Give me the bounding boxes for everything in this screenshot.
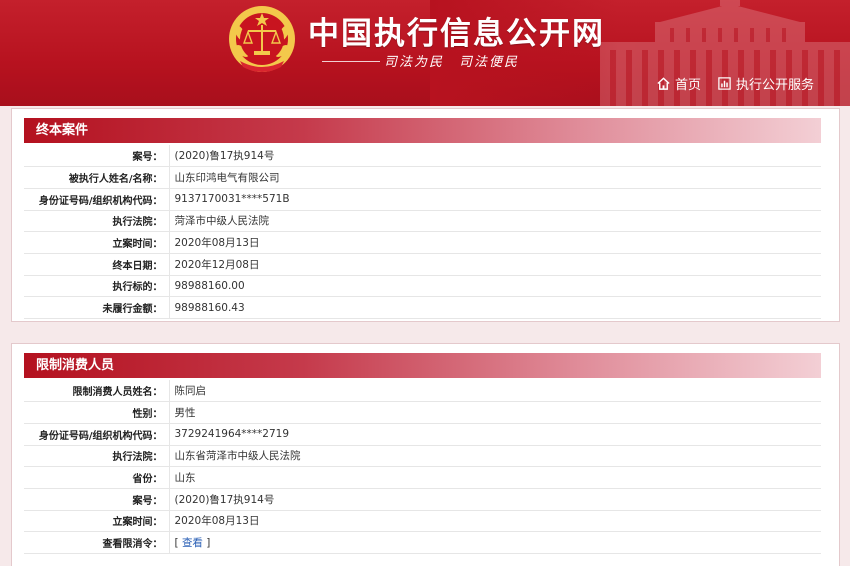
- table-row: 省份： 山东: [24, 466, 821, 489]
- filing-date-label: 立案时间：: [24, 231, 170, 254]
- table-row: 执行标的： 98988160.00: [24, 275, 821, 298]
- site-title: 中国执行信息公开网: [308, 16, 605, 52]
- executing-court-label: 执行法院：: [24, 210, 170, 233]
- table-row: 限制消费人员姓名： 陈同启: [24, 380, 821, 403]
- table-row: 身份证号码/组织机构代码： 9137170031****571B: [24, 188, 821, 211]
- gender-label: 性别：: [24, 401, 170, 424]
- restricted-person-panel: 限制消费人员 限制消费人员姓名： 陈同启 性别： 男性 身份证号码/组织机构代码…: [11, 343, 840, 566]
- chart-icon: [718, 77, 731, 90]
- province-label: 省份：: [24, 466, 170, 489]
- case-number-label: 案号：: [24, 488, 170, 511]
- filing-date-value: 2020年08月13日: [169, 510, 821, 533]
- id-code-label: 身份证号码/组织机构代码：: [24, 188, 170, 211]
- gender-value: 男性: [169, 401, 821, 424]
- table-row: 立案时间： 2020年08月13日: [24, 510, 821, 533]
- table-row: 执行法院： 山东省菏泽市中级人民法院: [24, 445, 821, 468]
- execution-amount-value: 98988160.00: [169, 275, 821, 298]
- table-row: 被执行人姓名/名称： 山东印鸿电气有限公司: [24, 166, 821, 189]
- unpaid-amount-value: 98988160.43: [169, 296, 821, 319]
- table-row: 性别： 男性: [24, 401, 821, 424]
- executee-name-value: 山东印鸿电气有限公司: [169, 166, 821, 189]
- restriction-order-label: 查看限消令：: [24, 531, 170, 554]
- restricted-person-info-table: 限制消费人员姓名： 陈同启 性别： 男性 身份证号码/组织机构代码： 37292…: [24, 380, 821, 554]
- restricted-person-panel-title: 限制消费人员: [24, 353, 821, 378]
- top-nav: 首页 执行公开服务: [656, 74, 814, 93]
- view-restriction-order-link[interactable]: 查看: [182, 537, 203, 549]
- nav-enforcement-service-link[interactable]: 执行公开服务: [717, 74, 814, 93]
- closing-date-value: 2020年12月08日: [169, 253, 821, 276]
- nav-home-link[interactable]: 首页: [656, 74, 701, 93]
- restriction-order-value: [ 查看 ]: [169, 531, 821, 554]
- nav-enforcement-service-label: 执行公开服务: [735, 78, 814, 93]
- closed-case-panel-title: 终本案件: [24, 118, 821, 143]
- filing-date-label: 立案时间：: [24, 510, 170, 533]
- restricted-name-value: 陈同启: [169, 380, 821, 403]
- table-row: 终本日期： 2020年12月08日: [24, 253, 821, 276]
- table-row: 查看限消令： [ 查看 ]: [24, 531, 821, 554]
- closed-case-info-table: 案号： (2020)鲁17执914号 被执行人姓名/名称： 山东印鸿电气有限公司…: [24, 145, 821, 319]
- id-code-value: 9137170031****571B: [169, 188, 821, 211]
- site-header: 中国执行信息公开网 司法为民 司法便民 首页 执行公开服务: [0, 0, 850, 106]
- slogan-divider: [322, 61, 380, 62]
- nav-home-label: 首页: [674, 78, 701, 93]
- unpaid-amount-label: 未履行金额：: [24, 296, 170, 319]
- closing-date-label: 终本日期：: [24, 253, 170, 276]
- executing-court-value: 菏泽市中级人民法院: [169, 210, 821, 233]
- table-row: 身份证号码/组织机构代码： 3729241964****2719: [24, 423, 821, 446]
- table-row: 案号： (2020)鲁17执914号: [24, 488, 821, 511]
- case-number-value: (2020)鲁17执914号: [169, 145, 821, 168]
- restricted-name-label: 限制消费人员姓名：: [24, 380, 170, 403]
- executee-name-label: 被执行人姓名/名称：: [24, 166, 170, 189]
- execution-amount-label: 执行标的：: [24, 275, 170, 298]
- table-row: 立案时间： 2020年08月13日: [24, 231, 821, 254]
- table-row: 执行法院： 菏泽市中级人民法院: [24, 210, 821, 233]
- closed-case-panel: 终本案件 案号： (2020)鲁17执914号 被执行人姓名/名称： 山东印鸿电…: [11, 108, 840, 322]
- site-slogan: 司法为民 司法便民: [384, 55, 520, 70]
- bracket-open: [: [174, 537, 182, 550]
- province-value: 山东: [169, 466, 821, 489]
- table-row: 案号： (2020)鲁17执914号: [24, 145, 821, 168]
- court-emblem-logo: [229, 6, 295, 72]
- filing-date-value: 2020年08月13日: [169, 231, 821, 254]
- executing-court-value: 山东省菏泽市中级人民法院: [169, 445, 821, 468]
- home-icon: [657, 77, 670, 90]
- id-code-value: 3729241964****2719: [169, 423, 821, 446]
- id-code-label: 身份证号码/组织机构代码：: [24, 423, 170, 446]
- table-row: 未履行金额： 98988160.43: [24, 296, 821, 319]
- executing-court-label: 执行法院：: [24, 445, 170, 468]
- case-number-value: (2020)鲁17执914号: [169, 488, 821, 511]
- case-number-label: 案号：: [24, 145, 170, 168]
- bracket-close: ]: [202, 537, 211, 550]
